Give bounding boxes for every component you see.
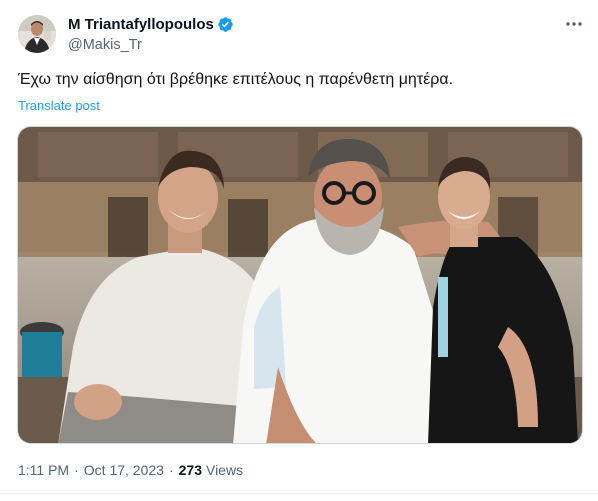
author-handle[interactable]: @Makis_Tr <box>68 37 142 53</box>
views-count[interactable]: 273 <box>179 462 202 478</box>
meta-separator-2: · <box>168 462 174 478</box>
verified-badge-icon[interactable] <box>217 16 234 33</box>
tweet-text: Έχω την αίσθηση ότι βρέθηκε επιτέλους η … <box>18 71 454 88</box>
divider <box>0 493 598 494</box>
tweet-photo[interactable] <box>17 126 583 444</box>
tweet-date[interactable]: Oct 17, 2023 <box>84 462 164 478</box>
meta-separator: · <box>74 462 79 478</box>
tweet-meta: 1:11 PM · Oct 17, 2023 · 273 Views <box>18 462 243 478</box>
more-options-button[interactable] <box>562 14 586 34</box>
views-label[interactable]: Views <box>206 462 243 478</box>
author-avatar[interactable] <box>18 15 56 53</box>
tweet-card: M Triantafyllopoulos @Makis_Tr Έχω την α… <box>0 0 598 501</box>
translate-post-link[interactable]: Translate post <box>18 98 100 113</box>
tweet-time[interactable]: 1:11 PM <box>18 462 69 478</box>
more-dots-icon <box>566 22 582 26</box>
author-display-name[interactable]: M Triantafyllopoulos <box>68 16 214 33</box>
author-name-row: M Triantafyllopoulos <box>68 15 234 34</box>
